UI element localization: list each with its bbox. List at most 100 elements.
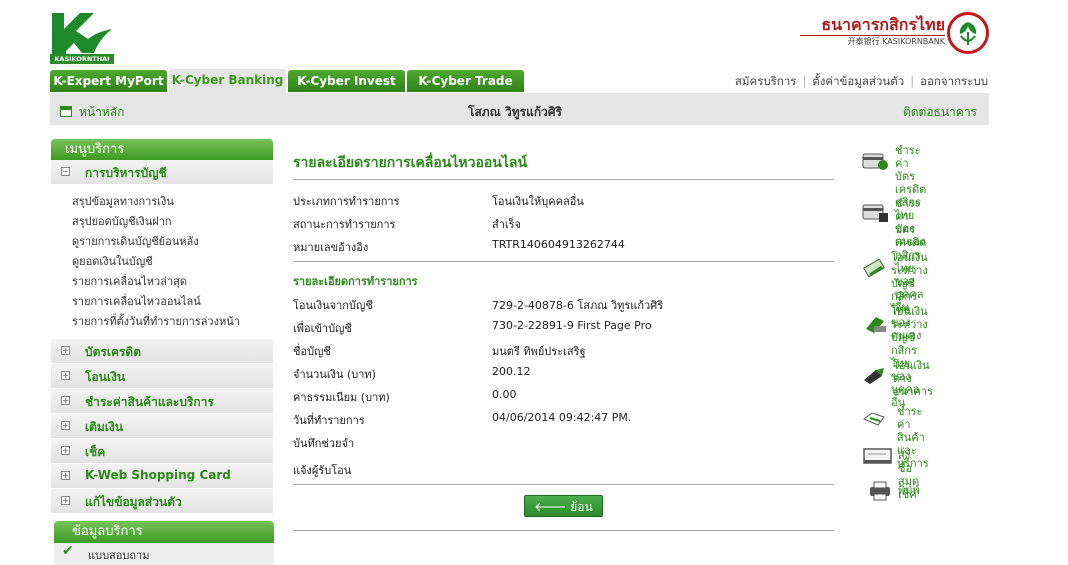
bank-name-english: 开泰银行 KASIKORNBANK (847, 37, 945, 46)
expand-icon: + (61, 446, 70, 455)
sidebar-item-label: เช็ค (85, 445, 106, 459)
transfer-other-icon (866, 317, 886, 333)
sidebar-item-label: โอนเงิน (85, 370, 126, 384)
page-title: รายละเอียดรายการเคลื่อนไหวออนไลน์ (293, 155, 528, 171)
transaction-status-value: สำเร็จ (492, 218, 522, 231)
register-link[interactable]: สมัครบริการ (735, 74, 797, 88)
service-info-header: ข้อมูลบริการ (54, 521, 274, 543)
notify-recipient-label: แจ้งผู้รับโอน (293, 464, 352, 477)
sidebar-item-label: การบริหารบัญชี (85, 166, 167, 180)
expand-icon: + (61, 346, 70, 355)
sidebar-link-balance[interactable]: ดูยอดเงินในบัญชี (72, 252, 153, 270)
contact-bank-link[interactable]: ติดต่อธนาคาร (903, 103, 977, 122)
k-logo-icon (52, 13, 112, 55)
bank-name-thai: ธนาคารกสิกรไทย (800, 16, 945, 36)
service-menu-title: เมนูบริการ (65, 142, 125, 157)
transfer-interbank-icon (864, 368, 884, 384)
bank-name: ธนาคารกสิกรไทย 开泰银行 KASIKORNBANK (800, 16, 945, 48)
transfer-own-icon (863, 259, 885, 278)
reference-number-label: หมายเลขอ้างอิง (293, 241, 369, 254)
logo-label: KASIKORNTHAI (50, 54, 114, 64)
credit-card-pay-own-icon (862, 153, 888, 170)
bill-payment-icon (863, 412, 885, 426)
divider (293, 484, 834, 485)
tab-k-cyber-banking[interactable]: K-Cyber Banking (169, 69, 286, 93)
sidebar-link-scheduled-transactions[interactable]: รายการที่ตั้งวันที่ทำรายการล่วงหน้า (72, 312, 240, 330)
expand-icon: + (61, 371, 70, 380)
to-account-value: 730-2-22891-9 First Page Pro (492, 319, 652, 332)
reference-number-value: TRTR140604913262744 (492, 238, 625, 251)
fee-value: 0.00 (492, 388, 517, 401)
home-label: หน้าหลัก (79, 105, 125, 119)
sidebar-item-bill-payment[interactable]: + ชำระค่าสินค้าและบริการ (51, 389, 273, 414)
user-name: โสภณ วิทูรแก้วศิริ (468, 105, 562, 119)
sidebar-item-edit-profile[interactable]: + แก้ไขข้อมูลส่วนตัว (51, 489, 273, 514)
from-account-value: 729-2-40878-6 โสภณ วิทูรแก้วศิริ (492, 299, 664, 312)
sidebar-link-statement-history[interactable]: ดูรายการเดินบัญชีย้อนหลัง (72, 232, 199, 250)
expand-icon: + (61, 496, 70, 505)
transaction-date-label: วันที่ทำรายการ (293, 414, 365, 427)
right-menu-line: โอนเงินระหว่าง (891, 305, 928, 331)
kbank-emblem-icon (947, 12, 989, 54)
sidebar-item-label: ชำระค่าสินค้าและบริการ (85, 395, 214, 409)
sidebar-item-account-management[interactable]: − การบริหารบัญชี (51, 160, 273, 185)
sidebar-item-k-web-shopping-card[interactable]: + K-Web Shopping Card (51, 464, 273, 489)
sidebar-item-top-up[interactable]: + เติมเงิน (51, 414, 273, 439)
credit-card-pay-other-icon (862, 204, 888, 222)
sidebar-item-label: เติมเงิน (85, 420, 123, 434)
sidebar-item-label: บัตรเครดิต (85, 345, 142, 359)
expand-icon: + (61, 421, 70, 430)
right-menu-line: ต่างธนาคาร (893, 372, 933, 398)
divider (293, 530, 834, 531)
to-account-label: เพื่อเข้าบัญชี (293, 322, 352, 335)
from-account-label: โอนเงินจากบัญชี (293, 299, 373, 312)
amount-value: 200.12 (492, 365, 531, 378)
service-menu-header: เมนูบริการ (51, 139, 273, 160)
account-name-label: ชื่อบัญชี (293, 345, 331, 358)
sidebar-link-recent-transactions[interactable]: รายการเคลื่อนไหวล่าสุด (72, 272, 187, 290)
expand-icon: + (61, 396, 70, 405)
sidebar-item-survey[interactable]: ✔ แบบสอบถาม (54, 543, 274, 565)
top-links: สมัครบริการ | ตั้งค่าข้อมูลส่วนตัว | ออกจากร… (734, 74, 988, 88)
sidebar-item-label: แก้ไขข้อมูลส่วนตัว (85, 495, 182, 509)
divider (293, 261, 834, 262)
transaction-type-label: ประเภทการทำรายการ (293, 195, 400, 208)
sidebar-link-financial-summary[interactable]: สรุปข้อมูลทางการเงิน (72, 192, 174, 210)
right-menu-line: ชำระค่าสินค้า (897, 405, 925, 444)
transaction-date-value: 04/06/2014 09:42:47 PM. (492, 411, 632, 424)
tab-k-expert-myport[interactable]: K-Expert MyPort (50, 70, 167, 92)
account-name-value: มนตรี ทิพย์ประเสริฐ (492, 345, 586, 358)
right-menu-line: ชำระค่าบัตร (895, 144, 921, 183)
memo-label: บันทึกช่วยจำ (293, 437, 355, 450)
cheque-book-icon (863, 448, 892, 464)
checkmark-icon: ✔ (62, 543, 74, 559)
tab-k-cyber-trade[interactable]: K-Cyber Trade (407, 70, 524, 92)
sidebar-item-cheque[interactable]: + เช็ค (51, 439, 273, 464)
fee-label: ค่าธรรมเนียม (บาท) (293, 391, 390, 404)
service-info-title: ข้อมูลบริการ (72, 524, 143, 539)
transaction-detail-title: รายละเอียดการทำรายการ (293, 275, 418, 288)
transaction-status-label: สถานะการทำรายการ (293, 218, 396, 231)
expand-icon: + (61, 471, 70, 480)
print-icon (870, 481, 890, 501)
home-icon (60, 106, 72, 117)
settings-link[interactable]: ตั้งค่าข้อมูลส่วนตัว (812, 74, 904, 88)
divider (293, 179, 834, 180)
sidebar-item-label: แบบสอบถาม (88, 549, 150, 562)
sidebar-link-deposit-summary[interactable]: สรุปยอดบัญชีเงินฝาก (72, 212, 172, 230)
sidebar-item-credit-card[interactable]: + บัตรเครดิต (51, 339, 273, 364)
sidebar-item-transfer[interactable]: + โอนเงิน (51, 364, 273, 389)
right-menu-line: โอนเงินระหว่าง (891, 251, 928, 277)
logout-link[interactable]: ออกจากระบบ (920, 74, 988, 88)
sidebar-link-online-transactions[interactable]: รายการเคลื่อนไหวออนไลน์ (72, 292, 201, 310)
right-menu-line: ชำระค่าบัตร (895, 197, 921, 236)
home-link[interactable]: หน้าหลัก (60, 103, 124, 122)
right-menu-line: พิมพ์ (898, 484, 920, 497)
collapse-icon: − (61, 167, 70, 176)
right-menu-line: โอนเงิน (893, 359, 930, 372)
tab-k-cyber-invest[interactable]: K-Cyber Invest (288, 70, 405, 92)
back-button[interactable]: 🡐 ย้อนกลับ (524, 495, 603, 536)
arrow-left-icon: 🡐 (534, 500, 571, 514)
transaction-type-value: โอนเงินให้บุคคลอื่น (492, 195, 584, 208)
kasikorn-logo[interactable]: KASIKORNTHAI (50, 11, 114, 64)
